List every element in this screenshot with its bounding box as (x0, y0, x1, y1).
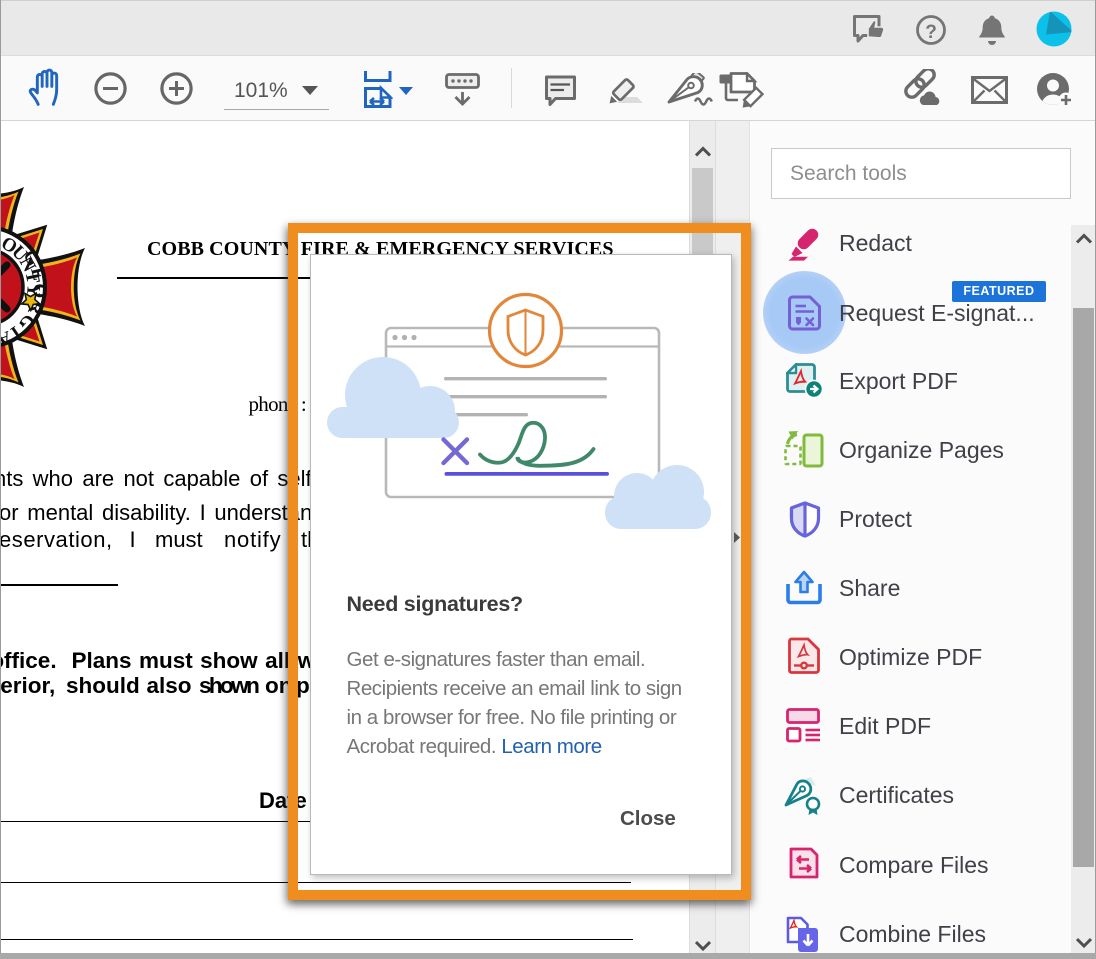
svg-text:?: ? (925, 22, 937, 43)
